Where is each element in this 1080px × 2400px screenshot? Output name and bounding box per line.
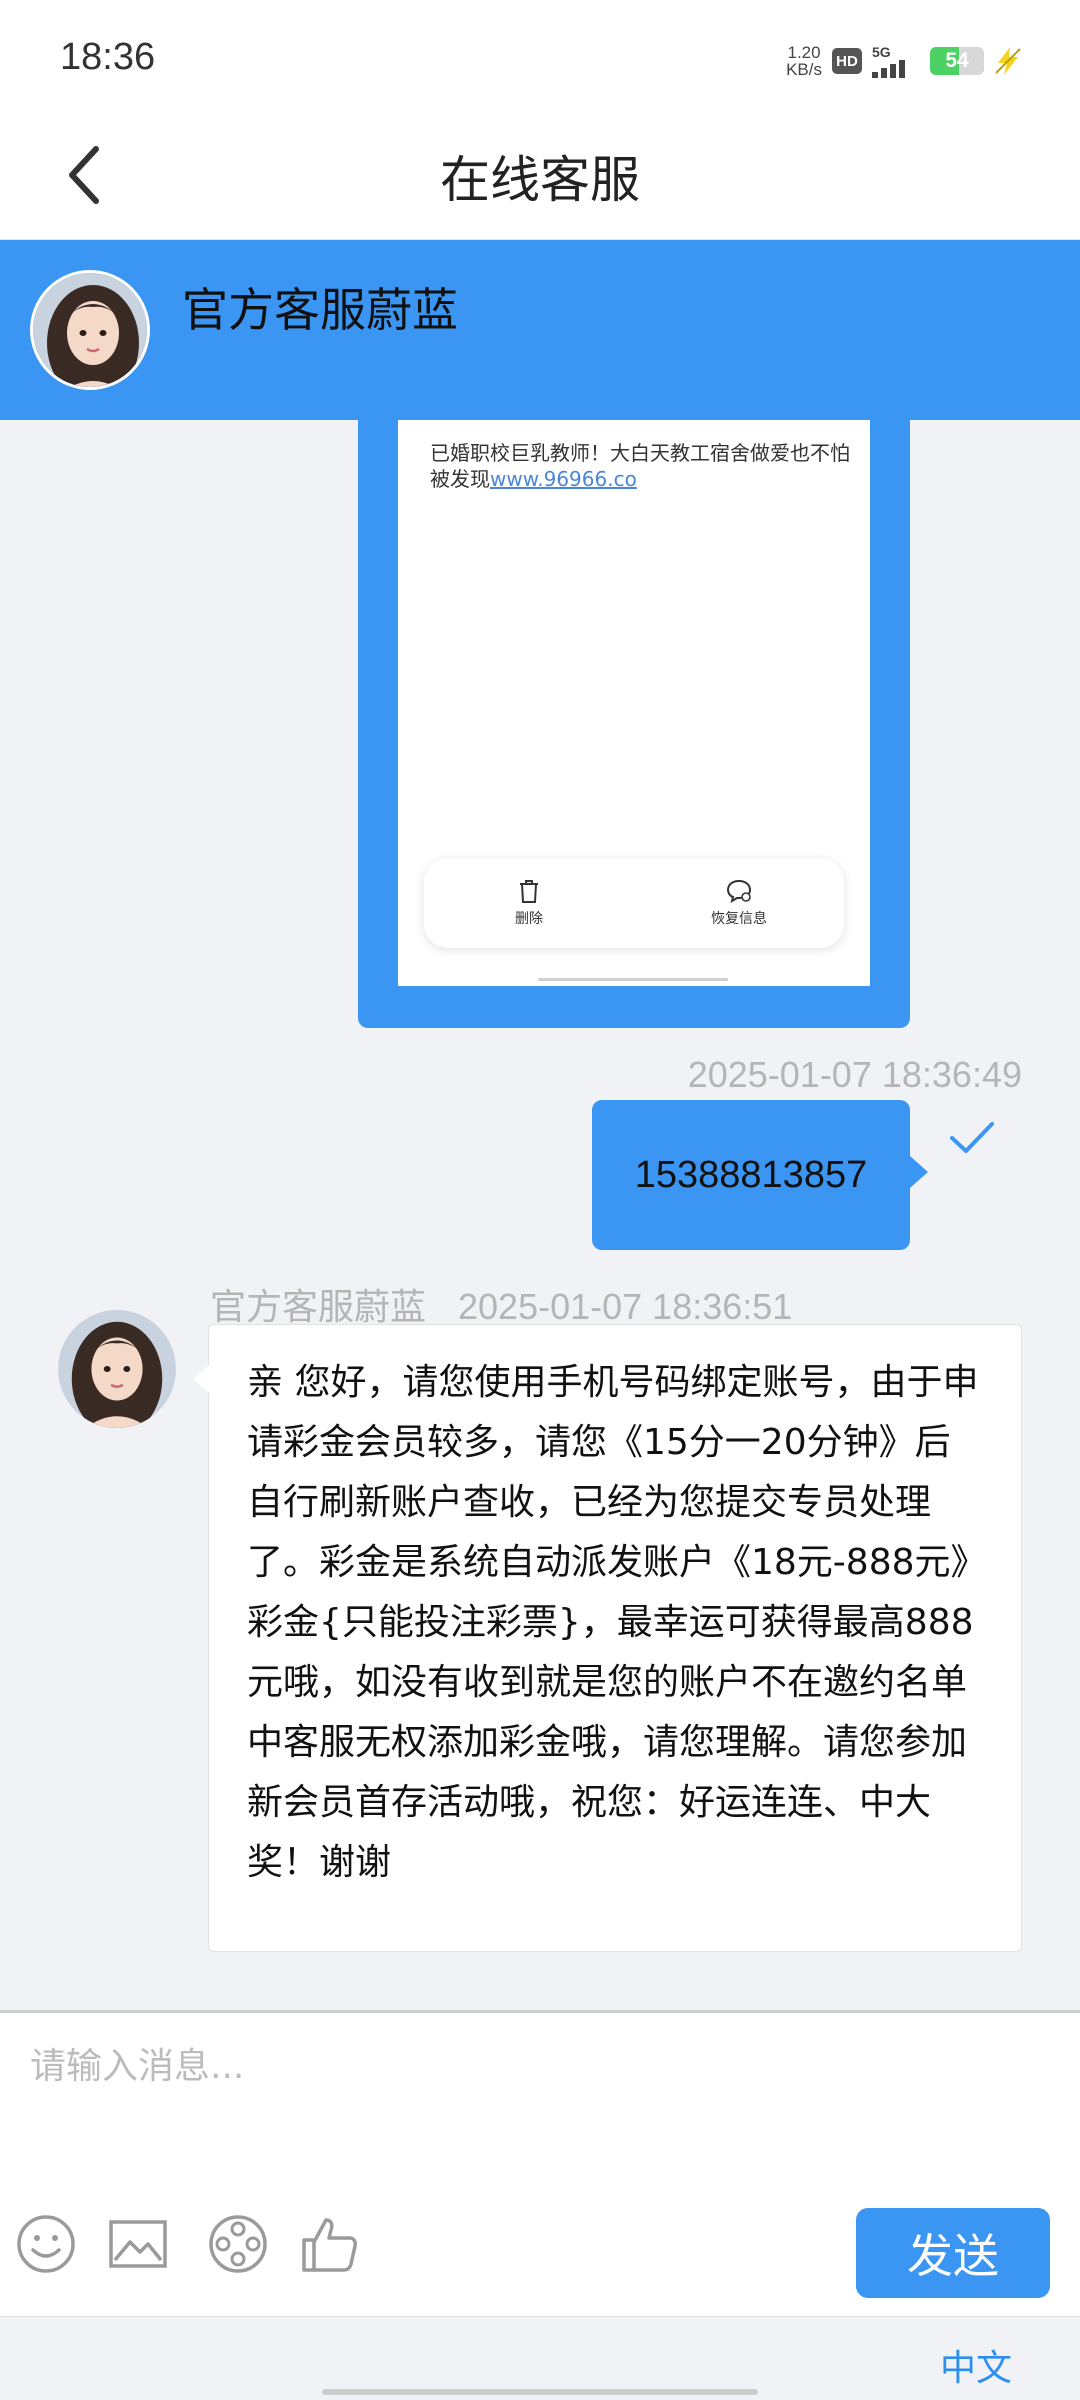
check-icon: [950, 1122, 994, 1153]
outgoing-timestamp: 2025-01-07 18:36:49: [687, 1054, 1022, 1095]
battery-percent: 54: [945, 49, 969, 72]
agent-header: 官方客服蔚蓝: [0, 240, 1080, 420]
agent-name: 官方客服蔚蓝: [182, 283, 458, 337]
charging-icon: [995, 47, 1021, 75]
network-speed-unit: KB/s: [786, 60, 822, 79]
image-caption-link[interactable]: www.96966.co: [490, 467, 637, 491]
film-reel-icon[interactable]: [206, 2212, 270, 2276]
language-toggle[interactable]: 中文: [940, 2339, 1012, 2391]
image-message-bubble[interactable]: 已婚职校巨乳教师！大白天教工宿舍做爱也不怕被发现www.96966.co 删除 …: [358, 420, 910, 1028]
sender-name: 官方客服蔚蓝: [210, 1287, 427, 1328]
status-bar: 18:36 1.20 KB/s HD 5G 54: [0, 0, 1080, 110]
agent-avatar[interactable]: [30, 270, 150, 390]
outgoing-message-bubble[interactable]: 15388813857: [592, 1100, 928, 1250]
delete-action: 删除: [424, 858, 634, 948]
image-home-indicator: [538, 978, 728, 981]
incoming-message-bubble[interactable]: 亲 您好，请您使用手机号码绑定账号，由于申请彩金会员较多，请您《15分一20分钟…: [193, 1324, 1022, 1952]
bottom-bar: 中文: [0, 2316, 1080, 2400]
restore-message-action: 恢复信息: [634, 858, 844, 948]
incoming-meta: 官方客服蔚蓝 2025-01-07 18:36:51: [210, 1278, 792, 1330]
chat-area[interactable]: 已婚职校巨乳教师！大白天教工宿舍做爱也不怕被发现www.96966.co 删除 …: [0, 420, 1080, 2010]
restore-message-label: 恢复信息: [711, 911, 767, 927]
battery-icon: 54: [930, 47, 984, 75]
page-title: 在线客服: [440, 151, 640, 209]
emoji-icon[interactable]: [14, 2212, 78, 2276]
trash-icon: [520, 880, 538, 903]
status-indicators: 1.20 KB/s HD 5G 54: [786, 38, 1022, 84]
network-type: 5G: [872, 44, 891, 60]
thumbs-up-icon[interactable]: [298, 2212, 362, 2276]
network-speed: 1.20 KB/s: [786, 44, 822, 78]
network-speed-value: 1.20: [787, 43, 821, 62]
message-input[interactable]: [30, 2037, 1050, 2217]
image-icon[interactable]: [106, 2212, 170, 2276]
restore-message-icon: [726, 879, 752, 904]
home-indicator[interactable]: [322, 2389, 758, 2395]
nav-bar: 在线客服: [0, 110, 1080, 240]
hd-icon: HD: [832, 48, 862, 74]
image-action-bar: 删除 恢复信息: [424, 858, 844, 948]
image-attachment[interactable]: 已婚职校巨乳教师！大白天教工宿舍做爱也不怕被发现www.96966.co 删除 …: [398, 420, 870, 986]
delete-action-label: 删除: [515, 911, 543, 927]
send-button[interactable]: 发送: [856, 2208, 1050, 2298]
image-caption: 已婚职校巨乳教师！大白天教工宿舍做爱也不怕被发现www.96966.co: [430, 440, 850, 492]
signal-icon: 5G: [872, 44, 920, 78]
incoming-timestamp: 2025-01-07 18:36:51: [458, 1286, 793, 1327]
sender-avatar[interactable]: [58, 1310, 176, 1428]
status-time: 18:36: [60, 36, 156, 78]
